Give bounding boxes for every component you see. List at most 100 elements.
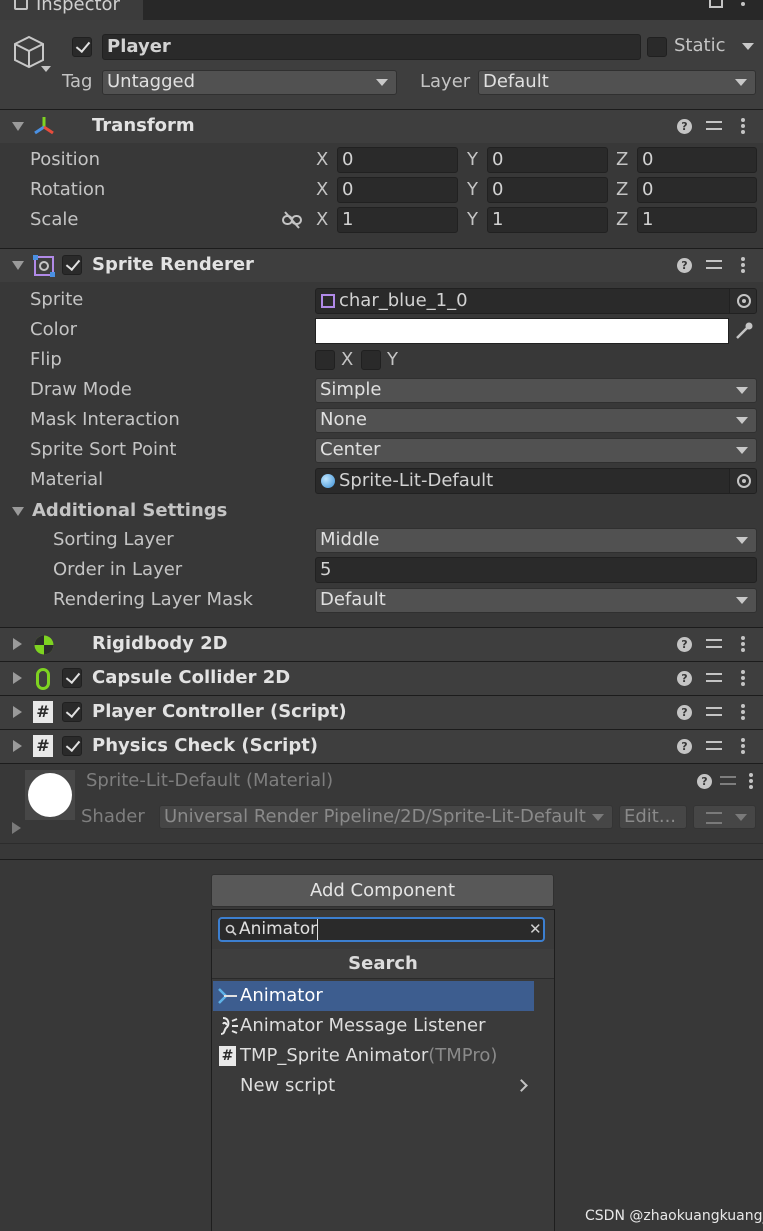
component-menu-icon[interactable] — [749, 773, 753, 789]
presets-icon[interactable] — [720, 773, 736, 789]
flip-x-checkbox[interactable] — [315, 350, 335, 370]
object-picker-button[interactable] — [729, 469, 756, 493]
result-label: New script — [240, 1075, 336, 1096]
add-component-button[interactable]: Add Component — [211, 874, 554, 907]
flip-y-label: Y — [387, 349, 398, 370]
physics-check-header[interactable]: # Physics Check (Script) ? — [0, 729, 763, 763]
rotation-x-input[interactable]: 0 — [337, 177, 458, 203]
foldout-arrow-icon[interactable] — [13, 706, 22, 718]
sprite-object-field[interactable]: char_blue_1_0 — [315, 288, 757, 314]
position-x-input[interactable]: 0 — [337, 147, 458, 173]
layer-dropdown[interactable]: Default — [478, 70, 756, 95]
axis-y-label: Y — [467, 149, 478, 170]
component-title: Player Controller (Script) — [92, 701, 347, 722]
result-tmp-sprite-animator[interactable]: # TMP_Sprite Animator(TMPro) — [213, 1041, 534, 1071]
sorting-layer-dropdown[interactable]: Middle — [315, 528, 757, 553]
presets-icon[interactable] — [706, 118, 722, 134]
help-icon[interactable]: ? — [677, 671, 692, 686]
flip-y-checkbox[interactable] — [361, 350, 381, 370]
result-animator-message-listener[interactable]: Animator Message Listener — [213, 1011, 534, 1041]
draw-mode-dropdown[interactable]: Simple — [315, 378, 757, 403]
player-controller-header[interactable]: # Player Controller (Script) ? — [0, 695, 763, 729]
additional-settings-foldout-icon[interactable] — [12, 507, 24, 516]
physics-check-enabled-checkbox[interactable] — [62, 736, 82, 756]
player-controller-enabled-checkbox[interactable] — [62, 702, 82, 722]
icon-dropdown-arrow-icon[interactable] — [41, 66, 51, 72]
component-menu-icon[interactable] — [741, 636, 745, 652]
edit-shader-button[interactable]: Edit... — [619, 805, 687, 829]
tag-dropdown[interactable]: Untagged — [102, 70, 397, 95]
object-picker-button[interactable] — [729, 289, 756, 313]
component-menu-icon[interactable] — [741, 257, 745, 273]
help-icon[interactable]: ? — [697, 774, 712, 789]
mask-interaction-dropdown[interactable]: None — [315, 408, 757, 433]
help-icon[interactable]: ? — [677, 119, 692, 134]
material-label: Material — [30, 469, 104, 490]
presets-icon[interactable] — [706, 670, 722, 686]
position-z-input[interactable]: 0 — [637, 147, 757, 173]
material-foldout-icon[interactable] — [12, 822, 21, 834]
lock-icon[interactable] — [709, 0, 723, 8]
rotation-z-input[interactable]: 0 — [637, 177, 757, 203]
gameobject-cube-icon[interactable] — [11, 34, 47, 70]
additional-settings-label[interactable]: Additional Settings — [32, 500, 227, 521]
transform-header[interactable]: Transform ? — [0, 109, 763, 143]
help-icon[interactable]: ? — [677, 637, 692, 652]
result-new-script[interactable]: New script — [213, 1071, 534, 1101]
rendering-layer-mask-dropdown[interactable]: Default — [315, 588, 757, 613]
eyedropper-icon[interactable] — [733, 320, 755, 342]
sprite-sort-point-dropdown[interactable]: Center — [315, 438, 757, 463]
foldout-arrow-icon[interactable] — [12, 122, 24, 131]
shader-dropdown[interactable]: Universal Render Pipeline/2D/Sprite-Lit-… — [159, 805, 613, 829]
scale-x-input[interactable]: 1 — [337, 207, 458, 233]
tab-inspector[interactable]: Inspector — [0, 0, 143, 20]
material-value: Sprite-Lit-Default — [339, 470, 494, 491]
component-title: Physics Check (Script) — [92, 735, 319, 756]
chevron-down-icon — [736, 597, 748, 604]
listener-icon — [220, 1017, 238, 1035]
foldout-arrow-icon[interactable] — [12, 261, 24, 270]
foldout-arrow-icon[interactable] — [13, 740, 22, 752]
scale-y-input[interactable]: 1 — [487, 207, 608, 233]
component-menu-icon[interactable] — [741, 118, 745, 134]
active-checkbox[interactable] — [72, 37, 92, 57]
animator-icon — [218, 988, 237, 1004]
component-search-input[interactable]: Animator ✕ — [218, 917, 545, 942]
sprite-renderer-enabled-checkbox[interactable] — [62, 255, 82, 275]
gameobject-name-input[interactable]: Player — [102, 34, 641, 60]
help-icon[interactable]: ? — [677, 705, 692, 720]
foldout-arrow-icon[interactable] — [13, 672, 22, 684]
order-in-layer-input[interactable]: 5 — [315, 557, 757, 583]
axis-z-label: Z — [616, 179, 629, 200]
shader-label: Shader — [81, 806, 145, 827]
presets-icon[interactable] — [706, 738, 722, 754]
rigidbody2d-header[interactable]: Rigidbody 2D ? — [0, 627, 763, 661]
material-sphere-icon — [28, 773, 72, 817]
material-object-field[interactable]: Sprite-Lit-Default — [315, 468, 757, 494]
color-swatch[interactable] — [315, 318, 729, 344]
constrain-proportions-icon[interactable] — [282, 211, 302, 229]
capsule-collider-enabled-checkbox[interactable] — [62, 668, 82, 688]
presets-icon[interactable] — [706, 257, 722, 273]
mask-interaction-value: None — [320, 409, 367, 430]
rotation-y-input[interactable]: 0 — [487, 177, 608, 203]
capsule-collider2d-header[interactable]: Capsule Collider 2D ? — [0, 661, 763, 695]
help-icon[interactable]: ? — [677, 739, 692, 754]
scale-z-input[interactable]: 1 — [637, 207, 757, 233]
position-y-input[interactable]: 0 — [487, 147, 608, 173]
mask-interaction-label: Mask Interaction — [30, 409, 180, 430]
window-menu-icon[interactable] — [741, 0, 745, 12]
result-animator[interactable]: Animator — [213, 981, 534, 1011]
component-menu-icon[interactable] — [741, 704, 745, 720]
presets-icon[interactable] — [706, 704, 722, 720]
help-icon[interactable]: ? — [677, 258, 692, 273]
static-dropdown-icon[interactable] — [742, 43, 754, 50]
clear-search-icon[interactable]: ✕ — [529, 919, 542, 940]
shader-options-dropdown[interactable] — [693, 805, 756, 829]
presets-icon[interactable] — [706, 636, 722, 652]
static-checkbox[interactable] — [647, 37, 667, 57]
sprite-renderer-header[interactable]: Sprite Renderer ? — [0, 248, 763, 282]
foldout-arrow-icon[interactable] — [13, 638, 22, 650]
component-menu-icon[interactable] — [741, 670, 745, 686]
component-menu-icon[interactable] — [741, 738, 745, 754]
